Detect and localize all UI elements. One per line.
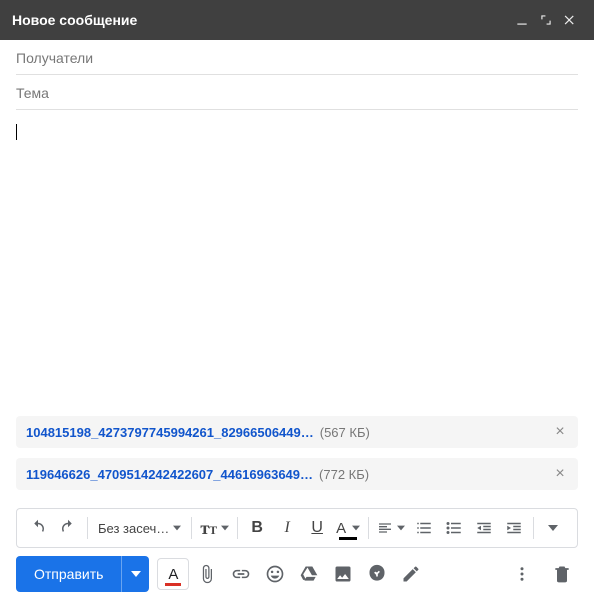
fullscreen-button[interactable] (534, 8, 558, 32)
attachment-item[interactable]: 104815198_4273797745994261_82966506449… … (16, 416, 578, 448)
confidential-mode-button[interactable] (361, 558, 393, 590)
compose-tools: A (157, 558, 427, 590)
attachment-item[interactable]: 119646626_4709514242422607_44616963649… … (16, 458, 578, 490)
bottom-toolbar: Отправить A (0, 548, 594, 604)
subject-field[interactable]: Тема (16, 75, 578, 110)
discard-draft-button[interactable] (546, 558, 578, 590)
bulleted-list-button[interactable] (439, 513, 469, 543)
titlebar: Новое сообщение (0, 0, 594, 40)
caret-down-icon (397, 524, 405, 532)
insert-signature-button[interactable] (395, 558, 427, 590)
attachment-name: 104815198_4273797745994261_82966506449… (26, 425, 314, 440)
undo-button[interactable] (23, 513, 53, 543)
close-button[interactable] (558, 8, 582, 32)
send-button[interactable]: Отправить (16, 556, 121, 592)
font-family-select[interactable]: Без засеч… (92, 513, 187, 543)
more-options-button[interactable] (506, 558, 538, 590)
insert-emoji-button[interactable] (259, 558, 291, 590)
attachment-size: (567 КБ) (320, 425, 370, 440)
font-size-button[interactable]: тT (196, 513, 233, 543)
formatting-toolbar: Без засеч… тT B I U A (16, 508, 578, 548)
remove-attachment-button[interactable]: × (550, 464, 570, 484)
window-title: Новое сообщение (12, 12, 510, 28)
text-color-button[interactable]: A (332, 513, 364, 543)
attach-file-button[interactable] (191, 558, 223, 590)
align-button[interactable] (373, 513, 409, 543)
text-cursor (16, 124, 17, 140)
remove-attachment-button[interactable]: × (550, 422, 570, 442)
attachments-list: 104815198_4273797745994261_82966506449… … (0, 416, 594, 508)
redo-button[interactable] (53, 513, 83, 543)
caret-down-icon (173, 524, 181, 532)
indent-less-button[interactable] (469, 513, 499, 543)
italic-button[interactable]: I (272, 513, 302, 543)
formatting-options-button[interactable]: A (157, 558, 189, 590)
bold-button[interactable]: B (242, 513, 272, 543)
send-split-button: Отправить (16, 556, 149, 592)
numbered-list-button[interactable] (409, 513, 439, 543)
font-family-label: Без засеч… (98, 521, 169, 536)
format-more-button[interactable] (538, 513, 568, 543)
caret-down-icon (352, 524, 360, 532)
minimize-button[interactable] (510, 8, 534, 32)
header-fields: Получатели Тема (0, 40, 594, 110)
underline-button[interactable]: U (302, 513, 332, 543)
attachment-size: (772 КБ) (319, 467, 369, 482)
attachment-name: 119646626_4709514242422607_44616963649… (26, 467, 313, 482)
insert-photo-button[interactable] (327, 558, 359, 590)
caret-down-icon (131, 569, 141, 579)
indent-more-button[interactable] (499, 513, 529, 543)
font-size-icon: тT (200, 518, 217, 539)
send-more-button[interactable] (121, 556, 149, 592)
message-body[interactable] (0, 110, 594, 416)
recipients-field[interactable]: Получатели (16, 40, 578, 75)
insert-link-button[interactable] (225, 558, 257, 590)
compose-window: Новое сообщение Получатели Тема 10481519… (0, 0, 594, 604)
insert-drive-button[interactable] (293, 558, 325, 590)
caret-down-icon (221, 524, 229, 532)
